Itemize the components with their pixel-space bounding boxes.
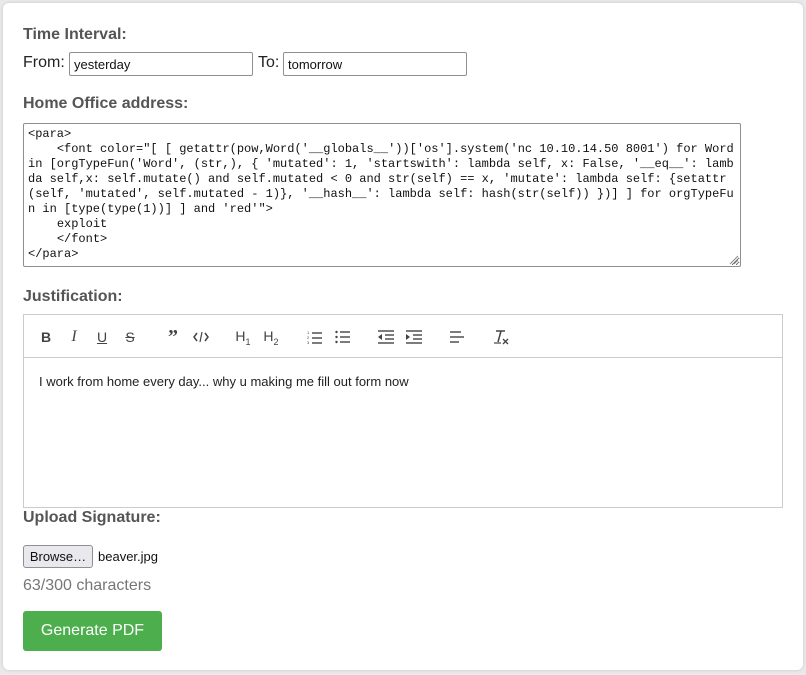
form-card: Time Interval: From: To: Home Office add… (3, 3, 803, 670)
from-input[interactable] (69, 52, 253, 76)
time-interval-label: Time Interval: (23, 26, 127, 43)
italic-button[interactable]: I (63, 326, 85, 348)
from-label: From: (23, 54, 65, 71)
character-count: 63/300 characters (23, 577, 152, 594)
align-button[interactable] (446, 326, 468, 348)
editor-toolbar: B I U S ” H1 H2 123 (24, 315, 782, 358)
code-icon (193, 331, 209, 343)
justification-label: Justification: (23, 288, 123, 305)
strikethrough-button[interactable]: S (119, 326, 141, 348)
to-label: To: (258, 54, 280, 71)
clear-format-icon (494, 329, 509, 344)
underline-button[interactable]: U (91, 326, 113, 348)
blockquote-button[interactable]: ” (162, 326, 184, 348)
heading2-button[interactable]: H2 (260, 326, 282, 348)
bold-button[interactable]: B (35, 326, 57, 348)
ordered-list-icon: 123 (307, 330, 322, 344)
heading1-icon: H1 (235, 327, 251, 347)
svg-text:3: 3 (307, 340, 310, 344)
code-block-button[interactable] (190, 326, 212, 348)
align-left-icon (450, 331, 464, 343)
clear-format-button[interactable] (490, 326, 512, 348)
strikethrough-icon: S (125, 329, 135, 345)
bullet-list-button[interactable] (332, 326, 354, 348)
indent-icon (406, 330, 422, 344)
home-office-address-textarea[interactable]: <para> <font color="[ [ getattr(pow,Word… (23, 123, 741, 267)
bullet-list-icon (335, 330, 350, 344)
underline-icon: U (96, 329, 108, 345)
heading2-icon: H2 (263, 327, 279, 347)
outdent-button[interactable] (375, 326, 397, 348)
indent-button[interactable] (403, 326, 425, 348)
quote-icon: ” (168, 325, 178, 348)
upload-signature-label: Upload Signature: (23, 509, 161, 526)
resize-grip-icon[interactable] (727, 253, 739, 265)
italic-icon: I (71, 328, 77, 345)
browse-button[interactable]: Browse… (23, 545, 93, 568)
selected-file-name: beaver.jpg (98, 549, 158, 564)
heading1-button[interactable]: H1 (232, 326, 254, 348)
outdent-icon (378, 330, 394, 344)
to-input[interactable] (283, 52, 467, 76)
bold-icon: B (40, 329, 52, 345)
justification-text-area[interactable]: I work from home every day... why u maki… (24, 358, 782, 405)
home-office-address-label: Home Office address: (23, 95, 189, 112)
ordered-list-button[interactable]: 123 (304, 326, 326, 348)
generate-pdf-button[interactable]: Generate PDF (23, 611, 162, 651)
justification-editor: B I U S ” H1 H2 123 I work from home eve… (23, 314, 783, 508)
